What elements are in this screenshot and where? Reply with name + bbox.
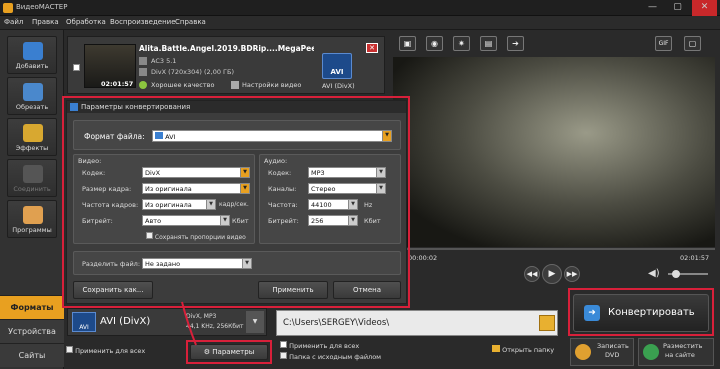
crop-icon[interactable]: ▣ [399,36,416,51]
quality-icon [139,81,147,89]
programs-icon [23,206,43,224]
output-path-field[interactable]: C:\Users\SERGEY\Videos\ [276,310,558,336]
effects-button[interactable]: Эффекты [7,118,57,156]
close-button[interactable]: ✕ [692,0,717,16]
add-film-icon [23,42,43,60]
file-format-label: AVI (DivX) [322,82,355,90]
menu-edit[interactable]: Правка [32,18,59,26]
app-icon [3,3,13,13]
output-format-panel[interactable]: AVI AVI (DivX) DivX, MP3 44,1 KHz, 256Кб… [67,308,267,336]
highlight-connector [181,301,197,346]
apply-all-formats[interactable]: Применить для всех [66,346,145,355]
globe-icon [643,344,659,360]
forward-icon[interactable]: ▶▶ [564,266,580,282]
gif-button[interactable]: GIF [655,36,672,51]
convert-highlight [568,288,714,336]
publish-line1: Разместить [663,342,703,350]
play-icon[interactable]: ▶ [542,264,562,284]
apply-all-path[interactable]: Применить для всех [280,341,359,350]
filmstrip-icon[interactable]: ▤ [480,36,497,51]
menu-file[interactable]: Файл [4,18,23,26]
dialog-highlight [62,96,410,308]
browse-folder-icon[interactable] [539,315,555,331]
add-label: Добавить [15,62,49,70]
video-icon [139,68,147,76]
menu-bar: Файл Правка Обработка Воспроизведение Сп… [0,16,720,30]
source-folder-option[interactable]: Папка с исходным файлом [280,352,381,361]
file-video-info: DivX (720x304) (2,00 ГБ) [151,68,235,76]
effects-star-icon [23,124,43,142]
rewind-icon[interactable]: ◀◀ [524,266,540,282]
timeline-scrubber[interactable] [393,248,715,250]
volume-icon[interactable]: ◀) [648,268,660,279]
output-format-name: AVI (DivX) [100,316,151,327]
output-path: C:\Users\SERGEY\Videos\ [283,318,390,328]
left-sidebar: Добавить Обрезать Эффекты Соединить Прог… [0,30,64,369]
file-duration: 02:01:57 [101,80,134,88]
publish-line2: на сайте [665,351,695,359]
tab-formats[interactable]: Форматы [0,295,64,319]
current-time: 00:00:02 [408,254,438,262]
speed-runner-icon[interactable]: ➔ [507,36,524,51]
apply-all-path-checkbox[interactable] [280,341,287,348]
effects-label: Эффекты [15,144,49,152]
trim-label: Обрезать [15,103,49,111]
format-dropdown-icon[interactable]: ▼ [246,311,264,333]
add-button[interactable]: Добавить [7,36,57,74]
source-folder-checkbox[interactable] [280,352,287,359]
apply-all-label: Применить для всех [75,347,146,355]
video-preview[interactable] [393,57,715,247]
scissors-icon [23,83,43,101]
total-time: 02:01:57 [680,254,710,262]
file-audio: AC3 5.1 [151,57,177,65]
maximize-button[interactable]: ▢ [665,0,690,16]
programs-button[interactable]: Программы [7,200,57,238]
source-folder-label: Папка с исходным файлом [289,353,382,361]
menu-playback[interactable]: Воспроизведение [110,18,176,26]
audio-icon [139,57,147,65]
file-name: Alita.Battle.Angel.2019.BDRip....MegaPee… [139,44,314,53]
join-label: Соединить [13,185,51,193]
apply-all-path-label: Применить для всех [289,342,360,350]
dvd-icon [575,344,591,360]
format-badge-avi: AVI [322,53,352,79]
burn-dvd-button[interactable]: Записать DVD [570,338,634,366]
open-folder-icon [492,345,500,352]
join-icon [23,165,43,183]
brightness-icon[interactable]: ✷ [453,36,470,51]
video-settings-link[interactable]: Настройки видео [242,81,301,89]
tab-sites[interactable]: Сайты [0,343,64,367]
minimize-button[interactable]: — [640,0,665,16]
programs-label: Программы [12,226,52,234]
open-folder-button[interactable]: Открыть папку [492,345,554,354]
file-checkbox[interactable] [73,64,80,73]
menu-help[interactable]: Справка [175,18,206,26]
tab-devices[interactable]: Устройства [0,319,64,343]
apply-all-checkbox[interactable] [66,346,73,353]
window-title: ВидеоМАСТЕР [16,3,68,11]
snapshot-icon[interactable]: ◉ [426,36,443,51]
join-button[interactable]: Соединить [7,159,57,197]
video-settings-icon [231,81,239,89]
quality-text[interactable]: Хорошее качество [151,81,214,89]
trim-button[interactable]: Обрезать [7,77,57,115]
title-bar: ВидеоМАСТЕР — ▢ ✕ [0,0,720,16]
fullscreen-icon[interactable]: ▢ [684,36,701,51]
publish-button[interactable]: Разместить на сайте [638,338,714,366]
burn-dvd-line2: DVD [605,351,620,359]
burn-dvd-line1: Записать [597,342,629,350]
volume-handle[interactable] [672,270,680,278]
output-format-badge: AVI [72,312,96,332]
remove-file-icon[interactable]: ✕ [366,43,378,53]
menu-process[interactable]: Обработка [66,18,106,26]
open-folder-label: Открыть папку [502,346,555,354]
